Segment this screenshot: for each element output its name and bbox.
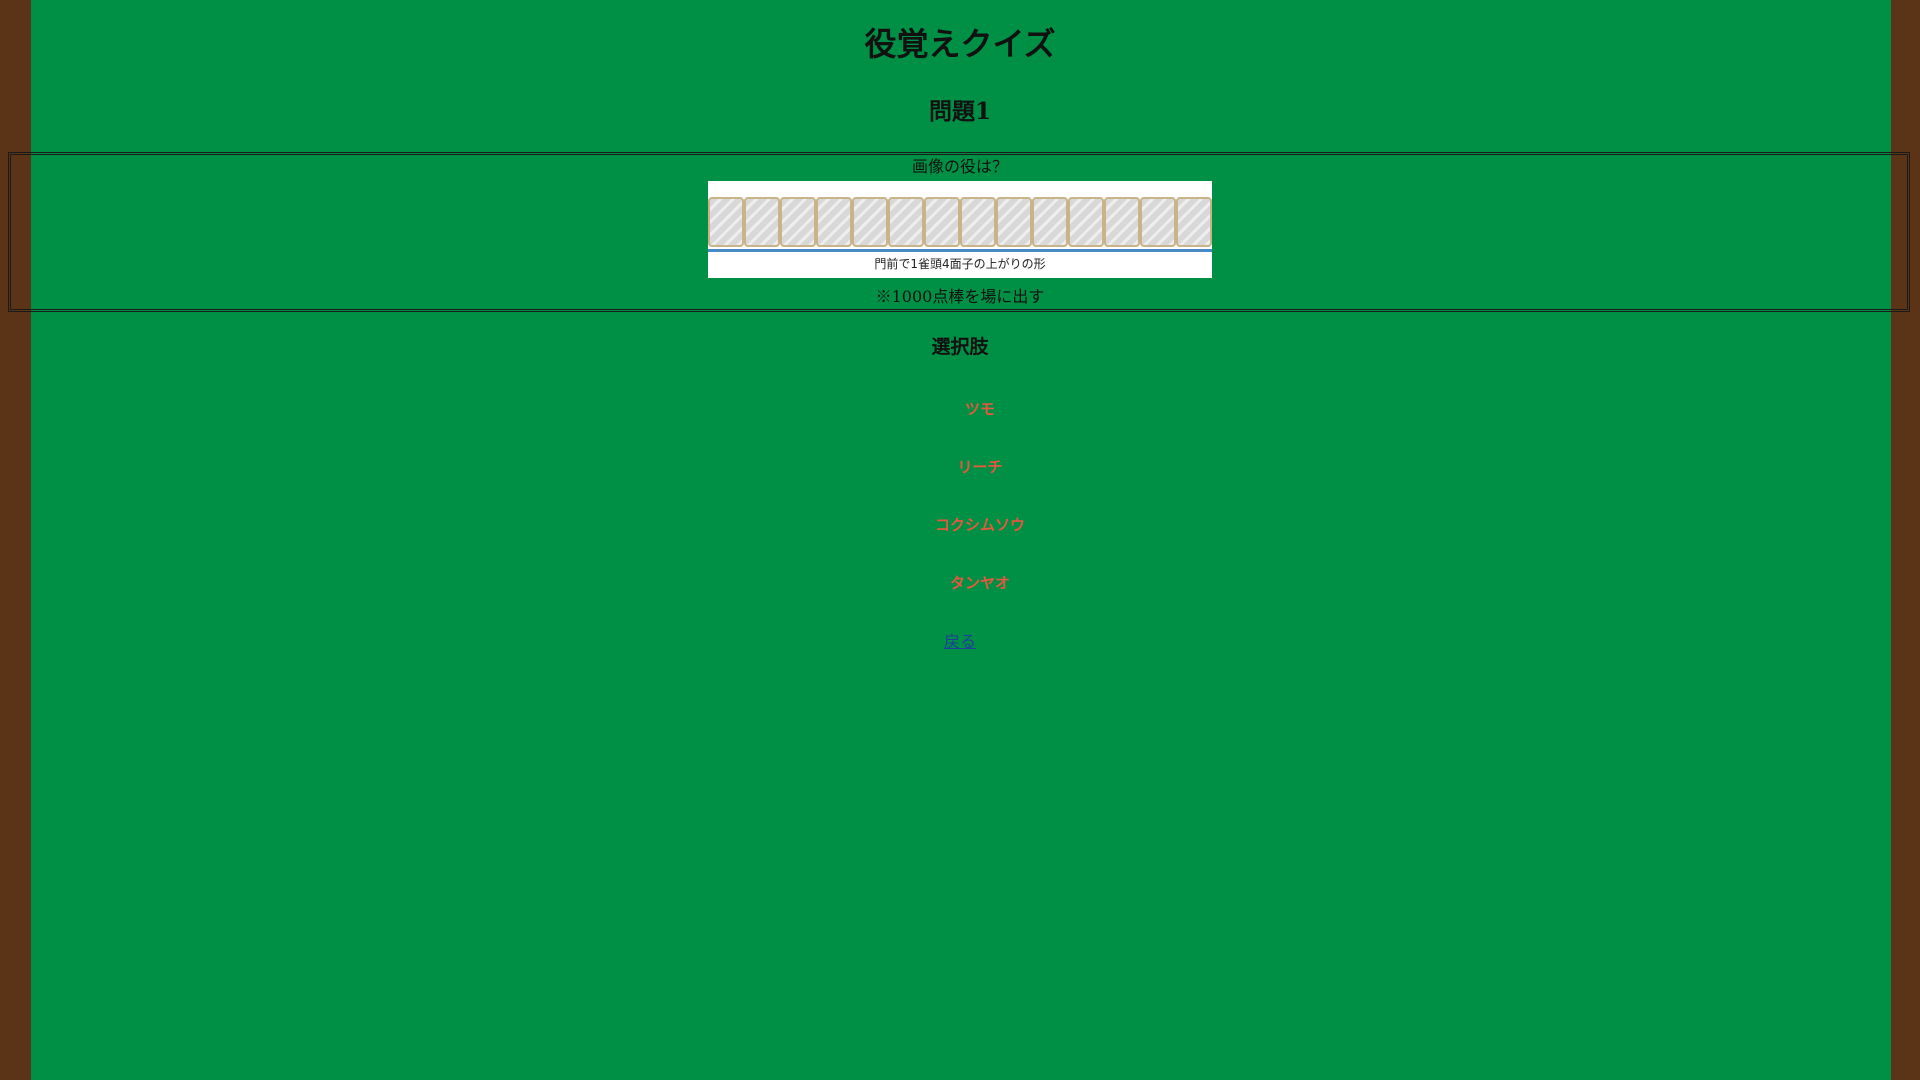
mahjong-tile — [1068, 197, 1104, 247]
mahjong-tile — [1032, 197, 1068, 247]
mahjong-tile — [924, 197, 960, 247]
question-prompt: 画像の役は？ — [911, 157, 1008, 176]
mahjong-tile — [960, 197, 996, 247]
page-title: 役覚えクイズ — [864, 25, 1056, 63]
mahjong-tile — [744, 197, 780, 247]
mahjong-tile — [1176, 197, 1212, 247]
choice-button[interactable]: ツモ — [0, 398, 1920, 420]
mahjong-tile — [888, 197, 924, 247]
back-link[interactable]: 戻る — [944, 632, 976, 651]
hand-caption: 門前で1雀頭4面子の上がりの形 — [874, 257, 1046, 271]
choice-button[interactable]: コクシムソウ — [0, 514, 1920, 536]
tile-row — [708, 197, 1212, 247]
mahjong-tile — [1104, 197, 1140, 247]
mahjong-tile — [780, 197, 816, 247]
mahjong-tile — [708, 197, 744, 247]
question-note: ※1000点棒を場に出す — [875, 287, 1045, 306]
choice-button[interactable]: タンヤオ — [0, 572, 1920, 594]
mahjong-tile — [816, 197, 852, 247]
question-heading: 問題1 — [928, 98, 991, 125]
hand-image: 門前で1雀頭4面子の上がりの形 — [708, 181, 1212, 278]
choices-heading: 選択肢 — [931, 336, 989, 358]
choice-button[interactable]: リーチ — [0, 456, 1920, 478]
mahjong-tile — [852, 197, 888, 247]
hand-divider — [708, 249, 1212, 252]
back-link-wrapper: 戻る — [0, 631, 1920, 653]
mahjong-tile — [1140, 197, 1176, 247]
mahjong-tile — [996, 197, 1032, 247]
